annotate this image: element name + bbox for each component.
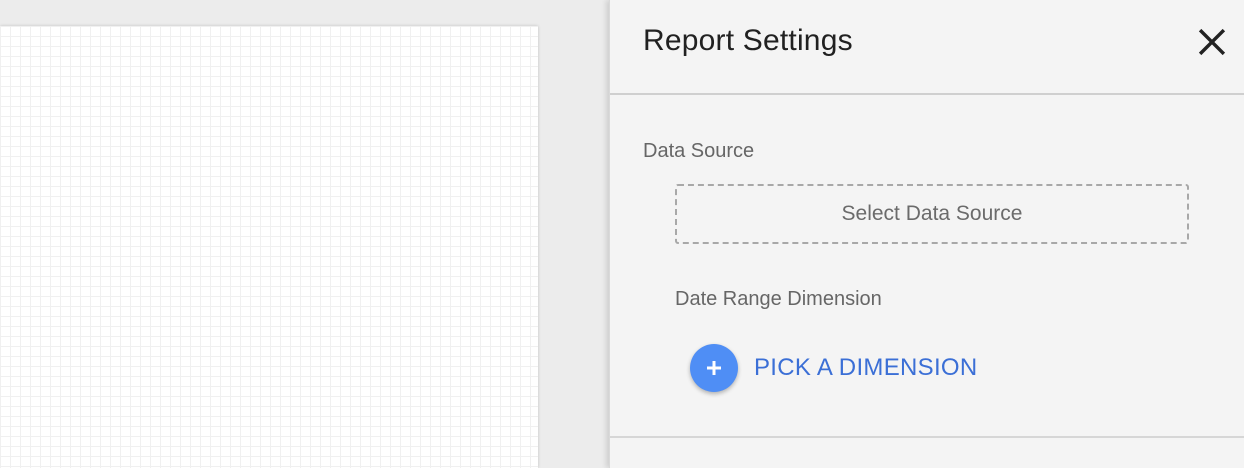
- plus-icon: [707, 361, 721, 375]
- select-data-source-button[interactable]: Select Data Source: [675, 184, 1189, 244]
- report-editor: Report Settings Data Source Select Data …: [0, 0, 1244, 468]
- date-range-dimension-label: Date Range Dimension: [675, 288, 882, 310]
- add-dimension-circle[interactable]: [690, 344, 738, 392]
- pick-dimension-button[interactable]: PICK A DIMENSION: [690, 344, 978, 392]
- close-button[interactable]: [1194, 24, 1230, 60]
- panel-header: Report Settings: [610, 0, 1244, 95]
- report-canvas[interactable]: [0, 26, 538, 468]
- data-source-label: Data Source: [643, 140, 755, 162]
- panel-title: Report Settings: [643, 24, 853, 57]
- report-settings-panel: Report Settings Data Source Select Data …: [609, 0, 1244, 468]
- close-icon: [1198, 28, 1226, 56]
- section-divider: [610, 436, 1244, 438]
- pick-dimension-label[interactable]: PICK A DIMENSION: [754, 354, 978, 382]
